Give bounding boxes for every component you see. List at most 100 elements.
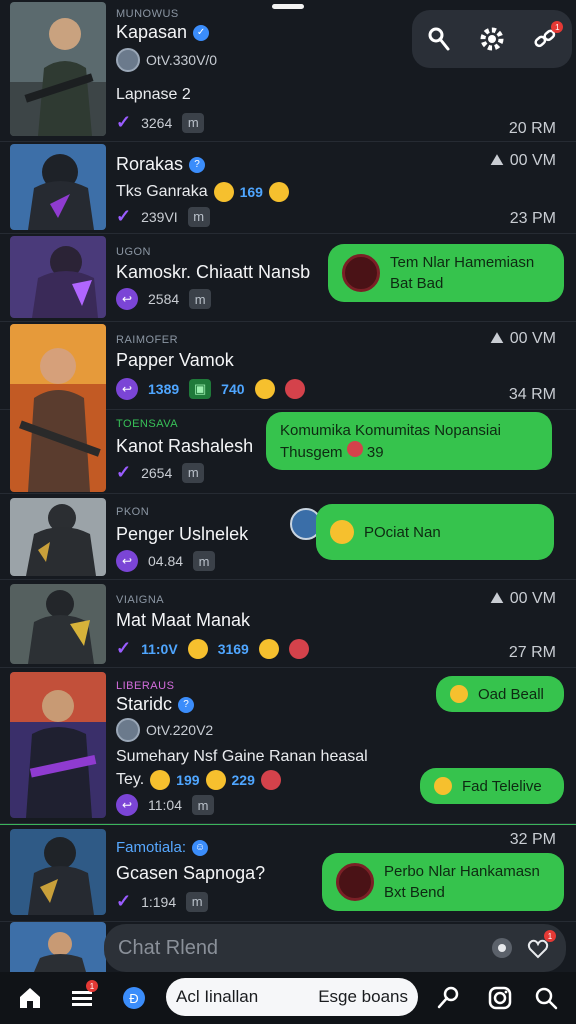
chat-row[interactable]: PKON Penger Uslnelek ↩ 04.84 m POciat Na… — [0, 494, 576, 580]
mini-avatar — [116, 718, 140, 742]
message-bubble[interactable]: Fad Telelive — [420, 768, 564, 804]
media-icon: m — [193, 551, 216, 571]
emoji-icon — [213, 182, 234, 202]
read-check-icon: ✓ — [116, 891, 132, 911]
chat-row[interactable]: VIAIGNA Mat Maat Manak ⛰ 00 VM ✓ 11:0V 31… — [0, 580, 576, 668]
media-icon: m — [182, 112, 205, 133]
verified-icon: ☺ — [192, 840, 209, 857]
emoji-icon — [284, 379, 305, 399]
search-icon[interactable] — [526, 978, 566, 1018]
chat-name: Kanot Rashalesh — [116, 436, 254, 456]
top-timestamp: ⛰ 00 VM — [490, 152, 556, 169]
emoji-icon — [450, 685, 468, 703]
chat-meta: ↩ 11:04 m — [116, 794, 214, 816]
nav-pill-tabs: Acl Iinallan Esge boans — [166, 978, 418, 1016]
chat-row[interactable]: Rorakas? ⛰ 00 VM Tks Ganraka 169 ✓ 239VI m… — [0, 142, 576, 234]
chat-subtitle: OtV.330V/0 — [116, 48, 217, 72]
chat-meta: ↩ 1389 ▣ 740 — [116, 378, 305, 400]
key-icon[interactable] — [428, 978, 468, 1018]
chat-meta: ✓ 1:194 m — [116, 891, 209, 912]
list-icon[interactable]: 1 — [62, 978, 102, 1018]
avatar — [10, 829, 106, 915]
chat-row[interactable]: Famotiala: ☺ Gcasen Sapnoga? ✓ 1:194 m 32… — [0, 824, 576, 922]
read-check-icon: ✓ — [116, 112, 132, 132]
reply-icon: ↩ — [116, 794, 138, 816]
bubble-avatar — [336, 863, 374, 901]
emoji-icon — [346, 440, 363, 457]
search-key-icon[interactable] — [423, 23, 455, 55]
last-message: Lapnase 2 — [116, 86, 191, 103]
notification-badge: 1 — [551, 21, 564, 33]
svg-text:Đ: Đ — [129, 991, 138, 1006]
avatar — [10, 584, 106, 664]
chat-name: Mat Maat Manak — [116, 610, 251, 630]
top-action-bar: 1 — [412, 10, 572, 68]
bubble-avatar — [342, 254, 380, 292]
chat-subtitle: OtV.220V2 — [116, 718, 213, 742]
chat-row[interactable]: LIBERAUS Staridc? OtV.220V2 Sumehary Nsf… — [0, 668, 576, 824]
timestamp: 23 PM — [509, 210, 556, 227]
timestamp: 32 PM — [509, 831, 556, 848]
last-message: Tks Ganraka 169 — [116, 182, 289, 202]
media-icon: m — [182, 462, 205, 483]
gear-icon[interactable] — [476, 23, 508, 55]
group-label: MUNOWUS — [116, 8, 179, 20]
chat-row[interactable]: RAIMOFER Papper Vamok ⛰ 00 VM ↩ 1389 ▣ 74… — [0, 322, 576, 492]
chat-name: Papper Vamok — [116, 350, 234, 370]
mini-avatar — [116, 48, 140, 72]
emoji-icon — [288, 638, 309, 659]
message-bubble[interactable]: Perbo Nlar Hankamasn Bxt Bend — [322, 853, 564, 911]
read-check-icon: ✓ — [116, 638, 132, 658]
emoji-icon — [434, 777, 452, 795]
top-timestamp: ⛰ 00 VM — [490, 330, 556, 347]
group-label: PKON — [116, 506, 150, 518]
link-icon[interactable]: 1 — [529, 21, 564, 55]
group-label: Famotiala: ☺ — [116, 839, 209, 857]
notification-badge: 1 — [544, 930, 556, 942]
chat-name: Staridc? — [116, 694, 195, 715]
emoji-icon — [150, 770, 171, 790]
chat-name: Gcasen Sapnoga? — [116, 863, 266, 883]
cloud-upload-icon: ⛰ — [490, 330, 504, 347]
profile-badge-icon[interactable]: Đ — [114, 978, 154, 1018]
heart-shield-icon[interactable]: 1 — [524, 930, 556, 962]
chat-row[interactable]: TOENSAVA Kanot Rashalesh ✓ 2654 m Komumi… — [0, 410, 576, 494]
emoji-icon — [187, 638, 208, 659]
last-message-line-2: Tey. 199 229 — [116, 770, 281, 790]
avatar — [10, 498, 106, 576]
read-check-icon: ✓ — [116, 462, 132, 482]
last-message: Sumehary Nsf Gaine Ranan heasal — [116, 748, 368, 765]
avatar — [10, 922, 106, 972]
chat-meta: ↩ 2584 m — [116, 288, 212, 310]
tab-groups[interactable]: Esge boans — [318, 987, 408, 1007]
chat-meta: ✓ 239VI m — [116, 206, 210, 227]
chat-input[interactable] — [118, 936, 480, 960]
message-bubble[interactable]: Tem Nlar Hamemiasn Bat Bad — [328, 244, 564, 302]
chat-row[interactable]: UGON Kamoskr. Chiaatt Nansb ↩ 2584 m Tem… — [0, 234, 576, 322]
group-label: VIAIGNA — [116, 594, 165, 606]
tab-all[interactable]: Acl Iinallan — [176, 987, 258, 1007]
reply-icon: ↩ — [116, 288, 138, 310]
chat-meta: ↩ 04.84 m — [116, 550, 216, 572]
message-bubble[interactable]: Komumika Komumitas Nopansiai Thusgem 39 — [266, 412, 552, 470]
verified-icon: ? — [178, 697, 195, 714]
media-icon: m — [186, 891, 209, 912]
media-icon: m — [189, 289, 212, 309]
home-icon[interactable] — [10, 978, 50, 1018]
avatar — [10, 144, 106, 230]
chat-name: Kapasan ✓ — [116, 22, 210, 43]
message-bubble[interactable]: POciat Nan — [316, 504, 554, 560]
cloud-upload-icon: ⛰ — [490, 152, 504, 169]
chat-name: Rorakas? — [116, 154, 206, 175]
message-count: 3264 — [141, 114, 173, 131]
message-bubble[interactable]: Oad Beall — [436, 676, 564, 712]
verified-icon: ✓ — [193, 25, 210, 42]
emoji-icon — [268, 182, 289, 202]
media-icon: ▣ — [189, 379, 212, 399]
avatar — [10, 236, 106, 318]
camera-icon[interactable] — [480, 978, 520, 1018]
sticker-icon[interactable] — [488, 934, 516, 962]
emoji-icon — [205, 770, 226, 790]
group-label: TOENSAVA — [116, 418, 179, 430]
emoji-icon — [258, 638, 279, 659]
